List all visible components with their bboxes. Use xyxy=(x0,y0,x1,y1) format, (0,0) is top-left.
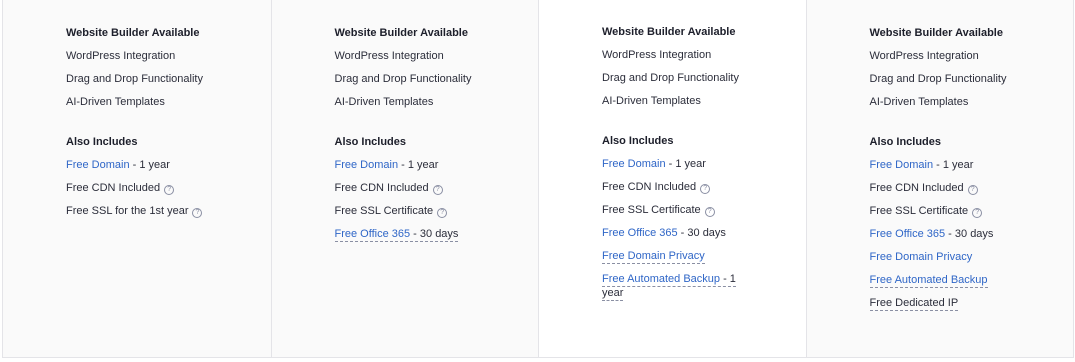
free-office-link[interactable]: Free Office 365 xyxy=(870,228,946,240)
help-circle-icon[interactable]: ? xyxy=(967,185,978,195)
free-domain-link[interactable]: Free Domain xyxy=(870,159,934,171)
free-office-tooltip[interactable]: Free Office 365 - 30 days xyxy=(334,228,459,242)
feature-wordpress: WordPress Integration xyxy=(869,50,979,62)
feature-ai-templates: AI-Driven Templates xyxy=(869,96,969,108)
free-domain-term: - 1 year xyxy=(665,158,706,170)
feature-list: Website Builder Available WordPress Inte… xyxy=(602,25,786,301)
include-free-ssl: Free SSL for the 1st year? xyxy=(66,204,251,218)
free-domain-link[interactable]: Free Domain xyxy=(335,159,399,171)
feature-ai-templates: AI-Driven Templates xyxy=(602,95,701,107)
include-free-backup: Free Automated Backup - 1 year xyxy=(602,272,737,301)
also-includes-heading: Also Includes xyxy=(66,136,138,148)
include-free-dedicated-ip: Free Dedicated IP xyxy=(869,296,1054,311)
free-backup-link[interactable]: Free Automated Backup xyxy=(869,274,988,288)
feature-list: Website Builder Available WordPress Inte… xyxy=(869,26,1054,311)
help-circle-icon[interactable]: ? xyxy=(432,185,443,195)
include-free-office: Free Office 365 - 30 days xyxy=(602,226,786,240)
include-free-ssl: Free SSL Certificate? xyxy=(602,203,786,217)
feature-website-builder: Website Builder Available xyxy=(869,27,1003,39)
feature-drag-drop: Drag and Drop Functionality xyxy=(66,73,203,85)
free-office-link[interactable]: Free Office 365 xyxy=(602,227,678,239)
free-domain-link[interactable]: Free Domain xyxy=(602,158,666,170)
free-office-term: - 30 days xyxy=(410,228,459,240)
feature-ai-templates: AI-Driven Templates xyxy=(66,96,165,108)
help-circle-icon[interactable]: ? xyxy=(972,208,983,218)
include-free-domain-privacy: Free Domain Privacy xyxy=(602,249,786,264)
free-office-term: - 30 days xyxy=(677,227,726,239)
include-free-office: Free Office 365 - 30 days xyxy=(334,227,519,242)
include-free-domain: Free Domain - 1 year xyxy=(602,157,786,171)
plan-column: Website Builder Available WordPress Inte… xyxy=(270,0,538,357)
free-cdn-label: Free CDN Included xyxy=(869,182,964,194)
feature-drag-drop: Drag and Drop Functionality xyxy=(334,73,472,85)
free-office-link[interactable]: Free Office 365 xyxy=(335,228,411,240)
free-cdn-label: Free CDN Included xyxy=(66,182,161,194)
feature-list: Website Builder Available WordPress Inte… xyxy=(66,26,251,218)
help-circle-icon[interactable]: ? xyxy=(437,208,448,218)
free-domain-term: - 1 year xyxy=(398,159,439,171)
include-free-ssl: Free SSL Certificate? xyxy=(335,204,519,218)
include-free-cdn: Free CDN Included? xyxy=(870,181,1054,195)
help-circle-icon[interactable]: ? xyxy=(164,185,175,195)
include-free-cdn: Free CDN Included? xyxy=(66,181,251,195)
plan-column-featured: Website Builder Available WordPress Inte… xyxy=(538,0,806,357)
free-backup-link[interactable]: Free Automated Backup xyxy=(602,273,720,285)
free-domain-term: - 1 year xyxy=(129,159,170,171)
also-includes-heading: Also Includes xyxy=(602,135,674,147)
free-cdn-label: Free CDN Included xyxy=(602,181,697,193)
include-free-domain: Free Domain - 1 year xyxy=(335,158,519,172)
also-includes-heading: Also Includes xyxy=(334,136,407,148)
feature-wordpress: WordPress Integration xyxy=(602,49,712,61)
help-circle-icon[interactable]: ? xyxy=(192,208,203,218)
include-free-office: Free Office 365 - 30 days xyxy=(870,227,1054,241)
feature-list: Website Builder Available WordPress Inte… xyxy=(334,26,519,242)
include-free-domain: Free Domain - 1 year xyxy=(66,158,251,172)
help-circle-icon[interactable]: ? xyxy=(700,184,711,194)
free-ssl-label: Free SSL for the 1st year xyxy=(66,205,189,217)
plan-column: Website Builder Available WordPress Inte… xyxy=(805,0,1073,357)
feature-wordpress: WordPress Integration xyxy=(334,50,444,62)
free-cdn-label: Free CDN Included xyxy=(334,182,429,194)
plan-column: Website Builder Available WordPress Inte… xyxy=(3,0,271,357)
free-ssl-label: Free SSL Certificate xyxy=(869,205,969,217)
free-domain-link[interactable]: Free Domain xyxy=(66,159,130,171)
free-backup-tooltip[interactable]: Free Automated Backup - 1 year xyxy=(602,273,736,301)
free-domain-privacy-link[interactable]: Free Domain Privacy xyxy=(870,251,973,263)
feature-drag-drop: Drag and Drop Functionality xyxy=(602,72,739,84)
include-free-cdn: Free CDN Included? xyxy=(602,180,786,194)
include-free-ssl: Free SSL Certificate? xyxy=(870,204,1054,218)
includes-list: Free Domain - 1 year Free CDN Included? … xyxy=(334,158,519,242)
includes-list: Free Domain - 1 year Free CDN Included? … xyxy=(66,158,251,218)
includes-list: Free Domain - 1 year Free CDN Included? … xyxy=(869,158,1054,311)
feature-wordpress: WordPress Integration xyxy=(66,50,176,62)
feature-drag-drop: Drag and Drop Functionality xyxy=(869,73,1007,85)
feature-ai-templates: AI-Driven Templates xyxy=(334,96,434,108)
include-free-domain-privacy: Free Domain Privacy xyxy=(870,250,1054,264)
include-free-backup: Free Automated Backup xyxy=(869,273,1054,288)
free-domain-privacy-link[interactable]: Free Domain Privacy xyxy=(602,250,705,264)
include-free-domain: Free Domain - 1 year xyxy=(870,158,1054,172)
free-office-term: - 30 days xyxy=(945,228,994,240)
free-ssl-label: Free SSL Certificate xyxy=(334,205,434,217)
feature-website-builder: Website Builder Available xyxy=(602,26,736,38)
free-dedicated-ip-label[interactable]: Free Dedicated IP xyxy=(869,297,959,311)
feature-website-builder: Website Builder Available xyxy=(66,27,200,39)
feature-website-builder: Website Builder Available xyxy=(334,27,468,39)
plan-comparison: Website Builder Available WordPress Inte… xyxy=(2,0,1074,358)
include-free-cdn: Free CDN Included? xyxy=(335,181,519,195)
also-includes-heading: Also Includes xyxy=(869,136,942,148)
help-circle-icon[interactable]: ? xyxy=(704,207,715,217)
free-ssl-label: Free SSL Certificate xyxy=(602,204,701,216)
free-domain-term: - 1 year xyxy=(933,159,974,171)
includes-list: Free Domain - 1 year Free CDN Included? … xyxy=(602,157,786,301)
